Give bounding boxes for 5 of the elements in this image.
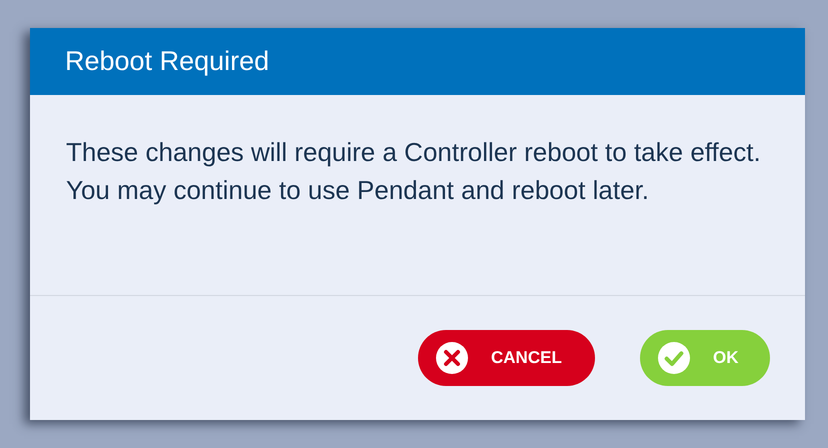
dialog-title: Reboot Required	[65, 46, 270, 77]
close-icon	[436, 342, 468, 374]
cancel-button[interactable]: CANCEL	[418, 330, 595, 386]
dialog-message: These changes will require a Controller reboot to take effect. You may continue to use Pendant and reboot later.	[66, 136, 762, 207]
checkmark-icon	[658, 342, 690, 374]
